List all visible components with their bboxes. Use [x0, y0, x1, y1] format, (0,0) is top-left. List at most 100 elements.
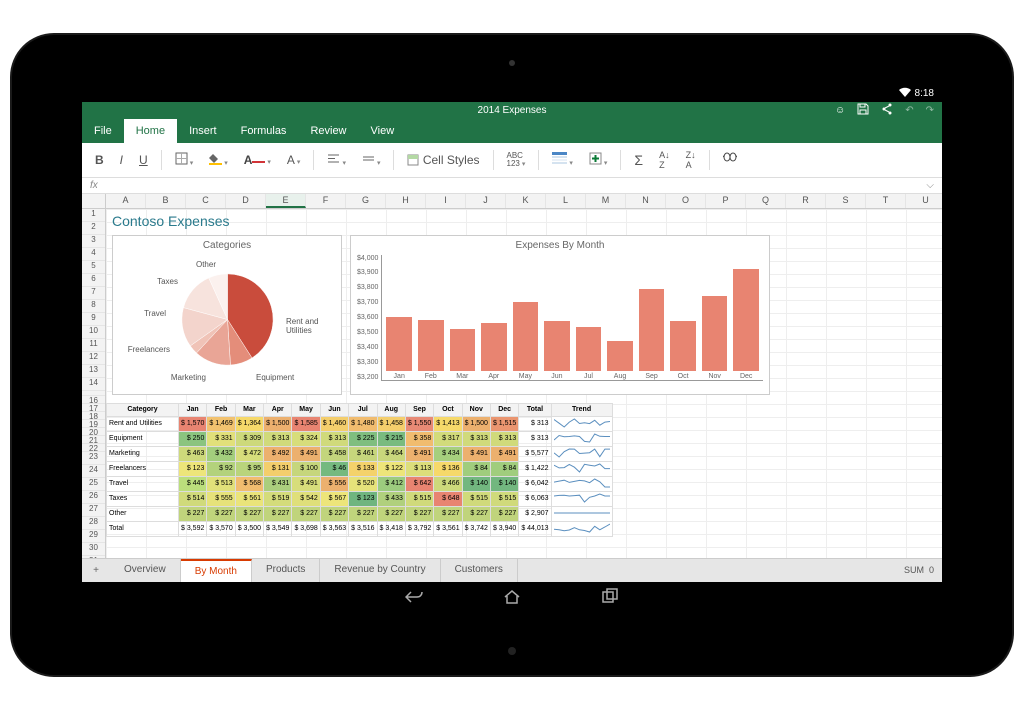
- table-row[interactable]: Marketing$ 463$ 432$ 472$ 492$ 491$ 458$…: [107, 446, 613, 461]
- value-cell[interactable]: $ 131: [264, 461, 292, 476]
- sheet-tab[interactable]: Overview: [110, 559, 181, 582]
- row-header[interactable]: 8: [82, 300, 105, 313]
- tab-review[interactable]: Review: [298, 119, 358, 143]
- value-cell[interactable]: $ 513: [207, 476, 235, 491]
- tab-formulas[interactable]: Formulas: [229, 119, 299, 143]
- category-cell[interactable]: Total: [107, 521, 179, 536]
- total-cell[interactable]: $ 2,907: [519, 506, 551, 521]
- value-cell[interactable]: $ 1,515: [490, 416, 518, 431]
- col-header-R[interactable]: R: [786, 194, 826, 208]
- value-cell[interactable]: $ 324: [292, 431, 320, 446]
- table-row[interactable]: Freelancers$ 123$ 92$ 95$ 131$ 100$ 46$ …: [107, 461, 613, 476]
- value-cell[interactable]: $ 313: [462, 431, 490, 446]
- col-header-T[interactable]: T: [866, 194, 906, 208]
- value-cell[interactable]: $ 515: [490, 491, 518, 506]
- table-header[interactable]: Aug: [377, 403, 405, 416]
- value-cell[interactable]: $ 1,500: [264, 416, 292, 431]
- row-header[interactable]: 4: [82, 248, 105, 261]
- col-header-U[interactable]: U: [906, 194, 942, 208]
- table-header[interactable]: Total: [519, 403, 551, 416]
- bar-chart[interactable]: Expenses By Month $4,000$3,900$3,800$3,7…: [350, 235, 770, 395]
- table-row[interactable]: Taxes$ 514$ 555$ 561$ 519$ 542$ 567$ 123…: [107, 491, 613, 506]
- sheet-tab[interactable]: Revenue by Country: [320, 559, 440, 582]
- back-button[interactable]: [405, 588, 423, 609]
- table-row[interactable]: Total$ 3,592$ 3,570$ 3,500$ 3,549$ 3,698…: [107, 521, 613, 536]
- col-header-A[interactable]: A: [106, 194, 146, 208]
- category-cell[interactable]: Rent and Utilities: [107, 416, 179, 431]
- value-cell[interactable]: $ 140: [490, 476, 518, 491]
- row-header[interactable]: 21: [82, 436, 105, 444]
- value-cell[interactable]: $ 432: [207, 446, 235, 461]
- value-cell[interactable]: $ 227: [320, 506, 348, 521]
- fx-expand-icon[interactable]: ⌵: [926, 180, 934, 191]
- value-cell[interactable]: $ 515: [405, 491, 433, 506]
- home-button[interactable]: [503, 588, 521, 609]
- total-cell[interactable]: $ 1,422: [519, 461, 551, 476]
- value-cell[interactable]: $ 92: [207, 461, 235, 476]
- value-cell[interactable]: $ 431: [264, 476, 292, 491]
- bold-button[interactable]: B: [90, 150, 109, 170]
- value-cell[interactable]: $ 100: [292, 461, 320, 476]
- value-cell[interactable]: $ 227: [349, 506, 377, 521]
- save-icon[interactable]: [857, 103, 869, 118]
- value-cell[interactable]: $ 472: [235, 446, 263, 461]
- row-header[interactable]: 18: [82, 412, 105, 420]
- value-cell[interactable]: $ 46: [320, 461, 348, 476]
- value-cell[interactable]: $ 3,516: [349, 521, 377, 536]
- value-cell[interactable]: $ 1,460: [320, 416, 348, 431]
- table-header[interactable]: Nov: [462, 403, 490, 416]
- value-cell[interactable]: $ 461: [349, 446, 377, 461]
- row-header[interactable]: 20: [82, 428, 105, 436]
- sort-asc-button[interactable]: A↓Z: [654, 147, 675, 173]
- table-header[interactable]: Feb: [207, 403, 235, 416]
- value-cell[interactable]: $ 227: [235, 506, 263, 521]
- row-header[interactable]: 7: [82, 287, 105, 300]
- value-cell[interactable]: $ 491: [405, 446, 433, 461]
- value-cell[interactable]: $ 123: [179, 461, 207, 476]
- value-cell[interactable]: $ 491: [462, 446, 490, 461]
- col-header-H[interactable]: H: [386, 194, 426, 208]
- number-format-button[interactable]: ABC123: [502, 149, 531, 171]
- share-icon[interactable]: [881, 103, 893, 118]
- value-cell[interactable]: $ 3,592: [179, 521, 207, 536]
- value-cell[interactable]: $ 1,550: [405, 416, 433, 431]
- value-cell[interactable]: $ 358: [405, 431, 433, 446]
- value-cell[interactable]: $ 464: [377, 446, 405, 461]
- underline-button[interactable]: U: [134, 150, 153, 170]
- value-cell[interactable]: $ 463: [179, 446, 207, 461]
- sheet-content[interactable]: Contoso Expenses Categories Rent and Uti…: [106, 209, 942, 558]
- table-header[interactable]: Jul: [349, 403, 377, 416]
- h-align-button[interactable]: [322, 149, 351, 171]
- cell-styles-button[interactable]: Cell Styles: [402, 150, 484, 170]
- value-cell[interactable]: $ 1,480: [349, 416, 377, 431]
- value-cell[interactable]: $ 84: [462, 461, 490, 476]
- value-cell[interactable]: $ 227: [264, 506, 292, 521]
- value-cell[interactable]: $ 1,585: [292, 416, 320, 431]
- font-color-button[interactable]: A: [239, 150, 276, 170]
- value-cell[interactable]: $ 313: [490, 431, 518, 446]
- category-cell[interactable]: Taxes: [107, 491, 179, 506]
- total-cell[interactable]: $ 44,013: [519, 521, 551, 536]
- value-cell[interactable]: $ 642: [405, 476, 433, 491]
- fill-color-button[interactable]: [204, 149, 233, 171]
- value-cell[interactable]: $ 519: [264, 491, 292, 506]
- value-cell[interactable]: $ 123: [349, 491, 377, 506]
- col-header-C[interactable]: C: [186, 194, 226, 208]
- col-header-I[interactable]: I: [426, 194, 466, 208]
- category-cell[interactable]: Freelancers: [107, 461, 179, 476]
- italic-button[interactable]: I: [115, 150, 128, 170]
- col-header-D[interactable]: D: [226, 194, 266, 208]
- value-cell[interactable]: $ 1,413: [434, 416, 462, 431]
- value-cell[interactable]: $ 227: [490, 506, 518, 521]
- value-cell[interactable]: $ 313: [264, 431, 292, 446]
- value-cell[interactable]: $ 1,458: [377, 416, 405, 431]
- col-header-J[interactable]: J: [466, 194, 506, 208]
- value-cell[interactable]: $ 3,570: [207, 521, 235, 536]
- value-cell[interactable]: $ 313: [320, 431, 348, 446]
- value-cell[interactable]: $ 227: [405, 506, 433, 521]
- table-format-button[interactable]: [547, 149, 578, 171]
- value-cell[interactable]: $ 331: [207, 431, 235, 446]
- col-header-B[interactable]: B: [146, 194, 186, 208]
- table-row[interactable]: Travel$ 445$ 513$ 568$ 431$ 491$ 556$ 52…: [107, 476, 613, 491]
- row-header[interactable]: 19: [82, 420, 105, 428]
